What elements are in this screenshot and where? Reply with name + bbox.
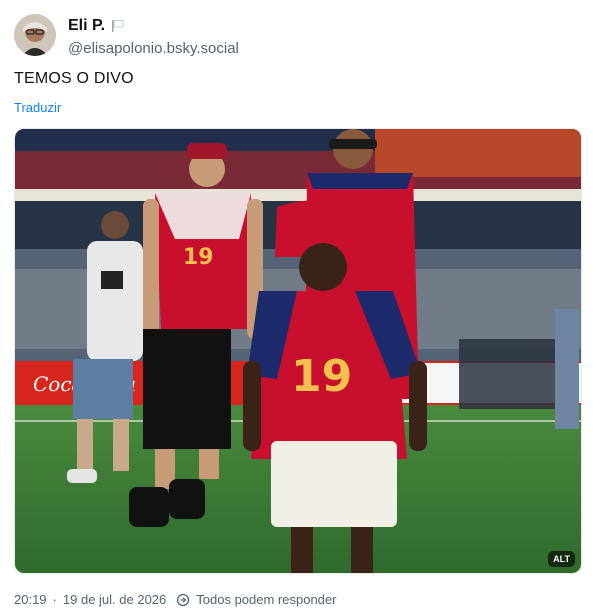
post-time[interactable]: 20:19: [14, 592, 47, 607]
post-image[interactable]: Coca-Cola 19: [14, 128, 582, 574]
translate-link[interactable]: Traduzir: [14, 100, 61, 115]
post-meta: 20:19 · 19 de jul. de 2026 Todos podem r…: [14, 592, 336, 607]
avatar[interactable]: [14, 14, 56, 56]
display-name[interactable]: Eli P.: [68, 17, 105, 35]
post-card: Eli P. @elisapolonio.bsky.social TEMOS O…: [0, 0, 593, 616]
post-text: TEMOS O DIVO: [14, 70, 134, 87]
reply-setting-label[interactable]: Todos podem responder: [196, 592, 336, 607]
author-block: Eli P. @elisapolonio.bsky.social: [68, 15, 239, 57]
alt-text-button[interactable]: ALT: [548, 551, 575, 567]
jersey-number-small: 19: [183, 245, 214, 270]
post-date[interactable]: 19 de jul. de 2026: [63, 592, 166, 607]
flag-icon: [111, 19, 125, 33]
reply-settings-icon: [176, 593, 190, 607]
meta-separator: ·: [52, 592, 57, 607]
user-handle[interactable]: @elisapolonio.bsky.social: [68, 40, 239, 57]
name-row: Eli P.: [68, 15, 239, 37]
jersey-number-large: 19: [291, 351, 352, 402]
